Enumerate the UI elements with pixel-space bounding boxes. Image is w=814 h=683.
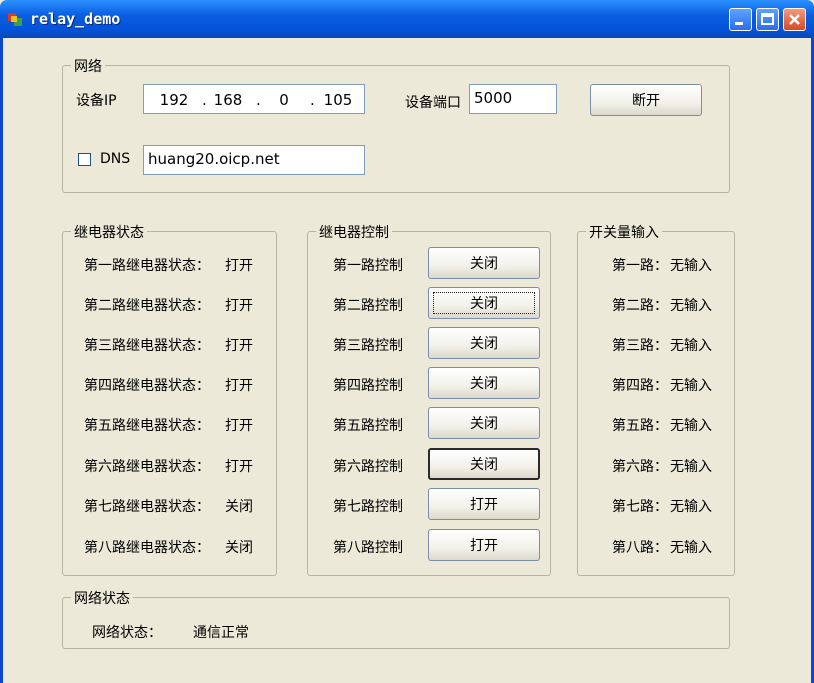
dns-label: DNS <box>100 151 131 167</box>
net-status-value: 通信正常 <box>193 625 249 641</box>
ip-dot: . <box>310 91 315 109</box>
ip-label: 设备IP <box>76 93 117 109</box>
switch-input-label: 第八路： <box>612 540 668 556</box>
relay-status-value: 打开 <box>225 258 253 274</box>
switch-input-label: 第一路： <box>612 258 668 274</box>
relay-control-group-label: 继电器控制 <box>316 222 392 242</box>
relay-4-toggle-button[interactable]: 关闭 <box>428 367 540 399</box>
switch-input-group: 开关量输入 <box>577 222 735 576</box>
switch-input-label: 第七路： <box>612 499 668 515</box>
dns-value: huang20.oicp.net <box>148 150 280 168</box>
switch-input-value: 无输入 <box>670 378 712 394</box>
relay-toggle-button-label: 关闭 <box>470 296 498 312</box>
switch-input-label: 第三路： <box>612 338 668 354</box>
maximize-button[interactable] <box>756 8 779 31</box>
relay-status-label: 第一路继电器状态： <box>84 258 210 274</box>
minimize-button[interactable] <box>729 8 752 31</box>
title-bar[interactable]: relay_demo <box>0 0 814 38</box>
relay-control-label: 第八路控制 <box>333 540 403 556</box>
switch-input-label: 第四路： <box>612 378 668 394</box>
window-title: relay_demo <box>30 10 121 28</box>
relay-status-label: 第二路继电器状态： <box>84 298 210 314</box>
ip-octet-2[interactable]: 168 <box>206 91 250 109</box>
relay-status-value: 打开 <box>225 459 253 475</box>
relay-status-group-label: 继电器状态 <box>71 222 147 242</box>
ip-dot: . <box>256 91 261 109</box>
ip-address-input[interactable]: 192 . 168 . 0 . 105 <box>143 84 365 114</box>
network-group-label: 网络 <box>71 56 105 76</box>
switch-input-value: 无输入 <box>670 258 712 274</box>
relay-toggle-button-label: 关闭 <box>470 256 498 272</box>
switch-input-label: 第五路： <box>612 418 668 434</box>
relay-toggle-button-label: 打开 <box>470 497 498 513</box>
relay-status-value: 打开 <box>225 338 253 354</box>
relay-5-toggle-button[interactable]: 关闭 <box>428 407 540 439</box>
relay-status-value: 关闭 <box>225 540 253 556</box>
relay-status-value: 打开 <box>225 418 253 434</box>
relay-control-label: 第六路控制 <box>333 459 403 475</box>
relay-control-label: 第七路控制 <box>333 499 403 515</box>
net-status-group-label: 网络状态 <box>71 588 133 608</box>
ip-octet-4[interactable]: 105 <box>316 91 360 109</box>
maximize-icon <box>761 13 774 25</box>
ip-octet-1[interactable]: 192 <box>152 91 196 109</box>
switch-input-value: 无输入 <box>670 418 712 434</box>
relay-control-label: 第五路控制 <box>333 418 403 434</box>
net-status-label: 网络状态： <box>92 625 162 641</box>
app-icon <box>8 13 22 26</box>
port-input[interactable]: 5000 <box>469 84 557 114</box>
dns-checkbox[interactable] <box>78 153 91 166</box>
relay-status-label: 第七路继电器状态： <box>84 499 210 515</box>
switch-input-value: 无输入 <box>670 459 712 475</box>
relay-status-label: 第三路继电器状态： <box>84 338 210 354</box>
close-icon <box>789 14 800 25</box>
relay-2-toggle-button[interactable]: 关闭 <box>428 287 540 319</box>
relay-toggle-button-label: 关闭 <box>470 457 498 473</box>
dns-input[interactable]: huang20.oicp.net <box>143 145 365 175</box>
port-value: 5000 <box>474 89 513 107</box>
switch-input-label: 第六路： <box>612 459 668 475</box>
relay-status-label: 第五路继电器状态： <box>84 418 210 434</box>
switch-input-value: 无输入 <box>670 540 712 556</box>
relay-control-label: 第四路控制 <box>333 378 403 394</box>
port-label: 设备端口 <box>405 95 461 111</box>
relay-toggle-button-label: 打开 <box>470 538 498 554</box>
relay-7-toggle-button[interactable]: 打开 <box>428 488 540 520</box>
disconnect-button[interactable]: 断开 <box>590 84 702 116</box>
disconnect-button-label: 断开 <box>632 93 660 109</box>
relay-6-toggle-button[interactable]: 关闭 <box>428 448 540 480</box>
switch-input-value: 无输入 <box>670 298 712 314</box>
ip-octet-3[interactable]: 0 <box>262 91 306 109</box>
relay-status-group: 继电器状态 <box>62 222 277 576</box>
relay-control-label: 第三路控制 <box>333 338 403 354</box>
relay-1-toggle-button[interactable]: 关闭 <box>428 247 540 279</box>
relay-status-value: 打开 <box>225 298 253 314</box>
relay-control-label: 第一路控制 <box>333 258 403 274</box>
relay-3-toggle-button[interactable]: 关闭 <box>428 327 540 359</box>
minimize-icon <box>735 22 743 25</box>
switch-input-value: 无输入 <box>670 338 712 354</box>
relay-toggle-button-label: 关闭 <box>470 416 498 432</box>
relay-control-label: 第二路控制 <box>333 298 403 314</box>
relay-status-label: 第四路继电器状态： <box>84 378 210 394</box>
net-status-group: 网络状态 <box>62 588 730 649</box>
relay-toggle-button-label: 关闭 <box>470 336 498 352</box>
relay-status-value: 打开 <box>225 378 253 394</box>
relay-control-group: 继电器控制 <box>307 222 551 576</box>
relay-status-label: 第八路继电器状态： <box>84 540 210 556</box>
relay-toggle-button-label: 关闭 <box>470 376 498 392</box>
switch-input-value: 无输入 <box>670 499 712 515</box>
close-button[interactable] <box>783 8 806 31</box>
switch-input-label: 第二路： <box>612 298 668 314</box>
relay-status-label: 第六路继电器状态： <box>84 459 210 475</box>
relay-status-value: 关闭 <box>225 499 253 515</box>
relay-8-toggle-button[interactable]: 打开 <box>428 529 540 561</box>
switch-input-group-label: 开关量输入 <box>586 222 662 242</box>
